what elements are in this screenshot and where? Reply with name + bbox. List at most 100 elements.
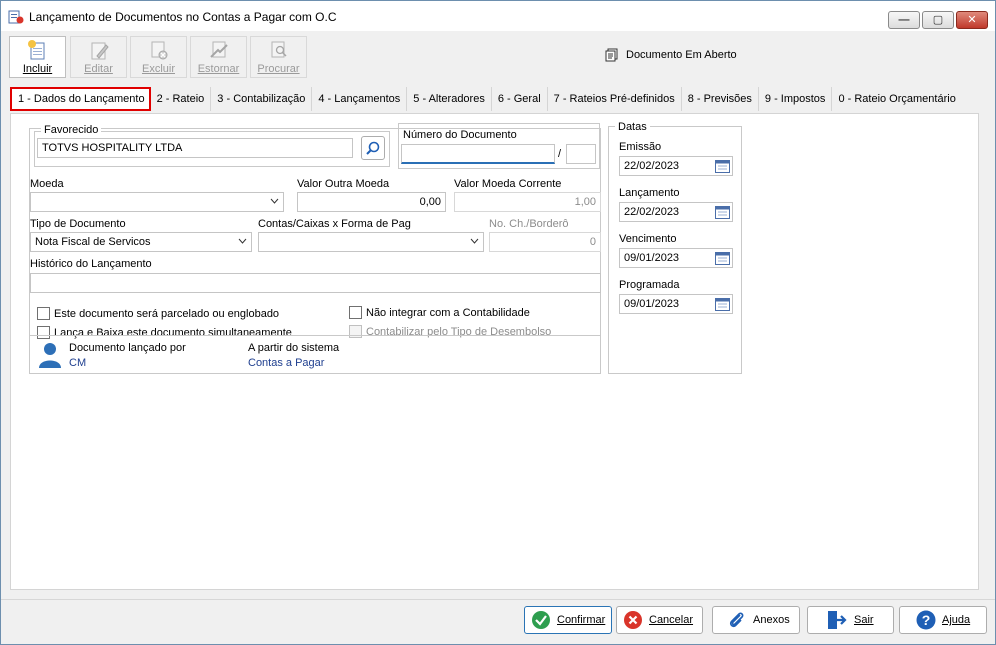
- parcelado-checkbox[interactable]: Este documento será parcelado ou engloba…: [37, 307, 279, 320]
- emissao-input[interactable]: 22/02/2023: [619, 156, 733, 176]
- programada-value: 09/01/2023: [624, 298, 680, 310]
- chevron-down-icon: [470, 238, 479, 244]
- incluir-button[interactable]: Incluir: [9, 36, 66, 78]
- vencimento-input[interactable]: 09/01/2023: [619, 248, 733, 268]
- bordero-label: No. Ch./Borderô: [489, 218, 569, 230]
- incluir-label: Incluir: [22, 63, 53, 75]
- numero-documento-input[interactable]: [401, 144, 555, 164]
- ajuda-label: Ajuda: [942, 614, 971, 626]
- document-status-text: Documento Em Aberto: [626, 49, 737, 61]
- toolbar: Incluir Editar Excluir Estornar Procurar…: [7, 34, 991, 80]
- app-icon: [8, 10, 24, 24]
- excluir-button[interactable]: Excluir: [130, 36, 187, 78]
- procurar-label: Procurar: [257, 63, 300, 75]
- tab-previsoes[interactable]: 8 - Previsões: [682, 87, 759, 111]
- document-status: Documento Em Aberto: [605, 48, 737, 62]
- lancamento-label: Lançamento: [619, 187, 680, 199]
- confirmar-button[interactable]: Confirmar: [524, 606, 612, 634]
- programada-label: Programada: [619, 279, 680, 291]
- sair-button[interactable]: Sair: [807, 606, 894, 634]
- favorecido-input[interactable]: TOTVS HOSPITALITY LTDA: [37, 138, 353, 158]
- ajuda-button[interactable]: ? Ajuda: [899, 606, 987, 634]
- vencimento-value: 09/01/2023: [624, 252, 680, 264]
- help-icon: ?: [916, 610, 936, 630]
- editar-button[interactable]: Editar: [70, 36, 127, 78]
- paperclip-icon: [727, 610, 747, 630]
- contas-caixas-select[interactable]: [258, 232, 484, 252]
- tab-geral[interactable]: 6 - Geral: [492, 87, 548, 111]
- lancado-por-value: CM: [69, 357, 87, 369]
- anexos-button[interactable]: Anexos: [712, 606, 800, 634]
- historico-input[interactable]: [30, 273, 601, 293]
- minimize-button[interactable]: —: [888, 11, 920, 29]
- favorecido-label: Favorecido: [41, 124, 102, 136]
- lancamento-input[interactable]: 22/02/2023: [619, 202, 733, 222]
- sistema-label: A partir do sistema: [248, 342, 340, 354]
- close-button[interactable]: ✕: [956, 11, 988, 29]
- nao-integrar-checkbox-box[interactable]: [349, 306, 362, 319]
- tab-contabilizacao[interactable]: 3 - Contabilização: [211, 87, 313, 111]
- calendar-icon[interactable]: [715, 159, 730, 173]
- calendar-icon[interactable]: [715, 205, 730, 219]
- maximize-button[interactable]: ▢: [922, 11, 954, 29]
- emissao-value: 22/02/2023: [624, 160, 680, 172]
- excluir-label: Excluir: [141, 63, 175, 75]
- documents-icon: [605, 48, 618, 62]
- editar-label: Editar: [84, 63, 113, 75]
- datas-group: Datas Emissão 22/02/2023 Lançamento 22/0…: [608, 121, 742, 374]
- moeda-select[interactable]: [30, 192, 284, 212]
- contas-caixas-label: Contas/Caixas x Forma de Pag: [258, 218, 411, 230]
- bottom-button-bar: Confirmar Cancelar Anexos Sair ? Ajuda: [1, 599, 995, 643]
- calendar-icon[interactable]: [715, 297, 730, 311]
- procurar-button[interactable]: Procurar: [250, 36, 307, 78]
- tab-alteradores[interactable]: 5 - Alteradores: [407, 87, 492, 111]
- tab-rateio-orcamentario[interactable]: 0 - Rateio Orçamentário: [832, 87, 961, 111]
- favorecido-group: Favorecido TOTVS HOSPITALITY LTDA: [34, 124, 390, 167]
- estornar-label: Estornar: [197, 63, 240, 75]
- valor-outra-moeda-label: Valor Outra Moeda: [297, 178, 390, 190]
- nao-integrar-checkbox-label: Não integrar com a Contabilidade: [366, 306, 530, 319]
- maximize-icon: ▢: [932, 13, 944, 26]
- delete-icon: [151, 41, 167, 60]
- valor-moeda-corrente-label: Valor Moeda Corrente: [454, 178, 562, 190]
- programada-input[interactable]: 09/01/2023: [619, 294, 733, 314]
- numero-documento-group: Número do Documento /: [398, 123, 600, 169]
- exit-icon: [826, 609, 848, 631]
- estornar-button[interactable]: Estornar: [190, 36, 247, 78]
- search-icon: [366, 141, 380, 155]
- tab-lancamentos[interactable]: 4 - Lançamentos: [312, 87, 408, 111]
- tab-rateios-predefinidos[interactable]: 7 - Rateios Pré-definidos: [548, 87, 682, 111]
- numero-documento-label: Número do Documento: [403, 129, 517, 141]
- new-document-icon: [27, 40, 44, 60]
- title-bar: Lançamento de Documentos no Contas a Pag…: [1, 1, 995, 31]
- reverse-icon: [209, 41, 228, 58]
- cancelar-label: Cancelar: [649, 614, 694, 626]
- valor-outra-moeda-input[interactable]: 0,00: [297, 192, 446, 212]
- nao-integrar-checkbox[interactable]: Não integrar com a Contabilidade: [349, 306, 530, 319]
- lancado-por-group: Documento lançado por CM A partir do sis…: [30, 335, 601, 374]
- cancelar-button[interactable]: Cancelar: [616, 606, 703, 634]
- datas-title: Datas: [615, 121, 650, 133]
- numero-suffix-input[interactable]: [566, 144, 596, 164]
- parcelado-checkbox-box[interactable]: [37, 307, 50, 320]
- anexos-label: Anexos: [753, 614, 790, 626]
- tab-rateio[interactable]: 2 - Rateio: [151, 87, 212, 111]
- moeda-label: Moeda: [30, 178, 64, 190]
- sair-label: Sair: [854, 614, 874, 626]
- numero-separator: /: [558, 148, 562, 160]
- historico-label: Histórico do Lançamento: [30, 258, 152, 270]
- valor-moeda-corrente-input[interactable]: 1,00: [454, 192, 601, 212]
- calendar-icon[interactable]: [715, 251, 730, 265]
- confirmar-label: Confirmar: [557, 614, 606, 626]
- tab-impostos[interactable]: 9 - Impostos: [759, 87, 833, 111]
- tab-strip: 1 - Dados do Lançamento 2 - Rateio 3 - C…: [10, 87, 962, 111]
- tab-dados-lancamento[interactable]: 1 - Dados do Lançamento: [10, 87, 151, 111]
- favorecido-search-button[interactable]: [361, 136, 385, 160]
- chevron-down-icon: [270, 198, 279, 204]
- cancel-icon: [623, 610, 643, 630]
- bordero-input[interactable]: 0: [489, 232, 601, 252]
- search-document-icon: [271, 41, 287, 58]
- tipo-documento-select[interactable]: Nota Fiscal de Servicos: [30, 232, 252, 252]
- user-icon: [39, 343, 61, 368]
- emissao-label: Emissão: [619, 141, 662, 153]
